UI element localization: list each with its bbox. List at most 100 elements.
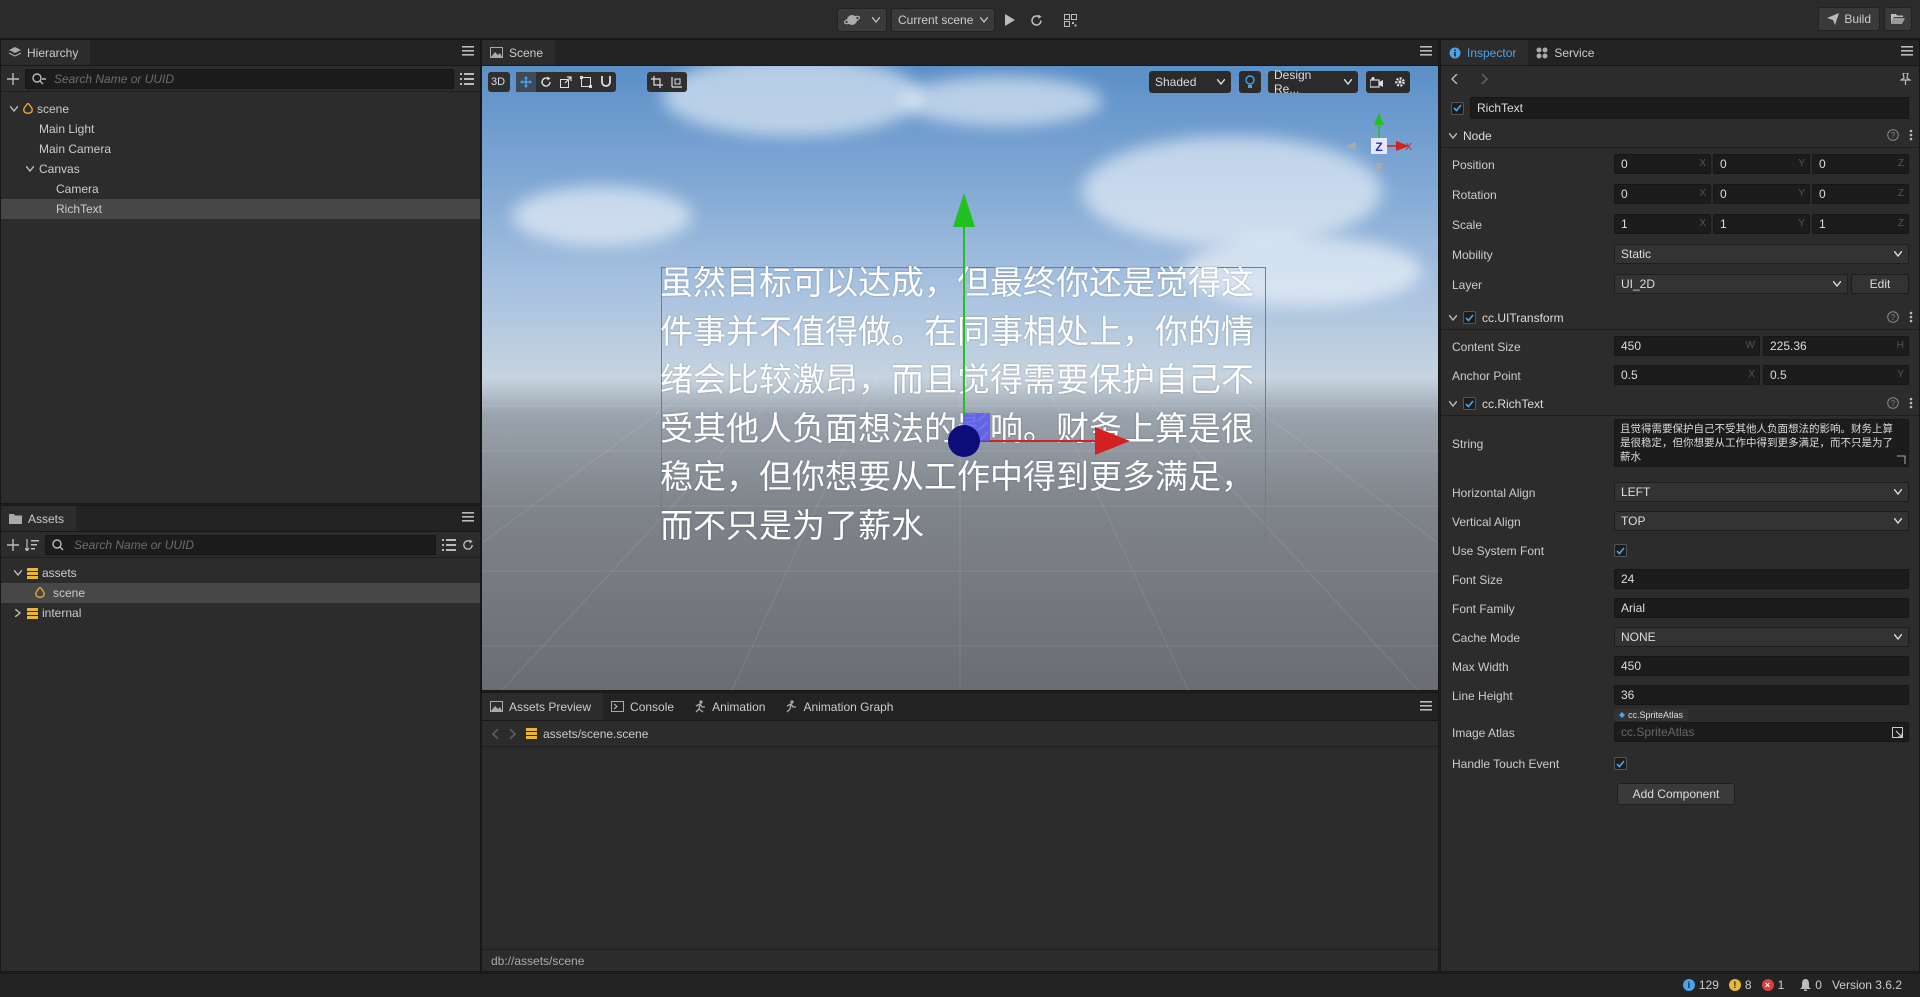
tab-console[interactable]: Console xyxy=(603,693,686,720)
scale-tool-button[interactable] xyxy=(556,72,576,92)
horizontal-align-select[interactable]: LEFT xyxy=(1614,482,1909,502)
tree-node-main-camera[interactable]: Main Camera xyxy=(1,139,480,159)
notification-count[interactable]: 0 xyxy=(1800,978,1822,992)
add-component-button[interactable]: Add Component xyxy=(1617,783,1735,805)
forward-arrow-icon[interactable] xyxy=(509,728,516,739)
open-folder-button[interactable] xyxy=(1884,7,1912,31)
position-y-field[interactable]: 0Y xyxy=(1713,154,1810,174)
use-system-font-checkbox[interactable] xyxy=(1614,544,1627,557)
list-toggle-icon[interactable] xyxy=(442,538,456,551)
resize-corner-icon[interactable] xyxy=(1897,455,1906,464)
line-height-field[interactable]: 36 xyxy=(1614,685,1909,705)
asset-picker-icon[interactable] xyxy=(1892,727,1903,738)
play-button[interactable] xyxy=(999,8,1021,32)
breadcrumb-file[interactable]: scene.scene xyxy=(581,727,648,741)
menu-icon[interactable] xyxy=(1420,46,1432,56)
more-vertical-icon[interactable] xyxy=(1909,311,1913,323)
scene-select[interactable]: Current scene xyxy=(891,8,995,32)
light-toggle-button[interactable] xyxy=(1239,71,1261,93)
chevron-right-icon[interactable] xyxy=(13,609,23,617)
platform-select[interactable] xyxy=(837,8,887,32)
rotation-x-field[interactable]: 0X xyxy=(1614,184,1711,204)
orientation-gizmo[interactable]: Z X xyxy=(1344,111,1414,181)
camera-settings-button[interactable] xyxy=(1366,71,1410,93)
chevron-down-icon[interactable] xyxy=(9,106,19,112)
uitransform-enabled-checkbox[interactable] xyxy=(1463,311,1476,324)
node-section-header[interactable]: Node ? xyxy=(1441,124,1919,148)
node-name-field[interactable]: RichText xyxy=(1470,97,1909,119)
assets-search-input[interactable] xyxy=(74,537,429,552)
handle-touch-event-checkbox[interactable] xyxy=(1614,757,1627,770)
plus-icon[interactable] xyxy=(7,538,19,551)
rotate-tool-button[interactable] xyxy=(536,72,556,92)
list-toggle-icon[interactable] xyxy=(460,72,474,85)
scale-x-field[interactable]: 1X xyxy=(1614,214,1711,234)
content-height-field[interactable]: 225.36 H xyxy=(1763,336,1909,356)
warning-count[interactable]: ! 8 xyxy=(1728,978,1752,992)
mobility-select[interactable]: Static xyxy=(1614,244,1909,264)
asset-folder-internal[interactable]: internal xyxy=(1,603,480,623)
refresh-button[interactable] xyxy=(1025,8,1047,32)
pin-icon[interactable] xyxy=(1900,73,1911,85)
tree-node-scene[interactable]: scene xyxy=(1,99,480,119)
tree-node-main-light[interactable]: Main Light xyxy=(1,119,480,139)
rect-tool-button[interactable] xyxy=(576,72,596,92)
font-family-field[interactable]: Arial xyxy=(1614,598,1909,618)
menu-icon[interactable] xyxy=(462,512,474,522)
shading-select[interactable]: Shaded xyxy=(1149,71,1231,93)
anchor-y-field[interactable]: 0.5 Y xyxy=(1763,365,1909,385)
refresh-icon[interactable] xyxy=(462,538,474,551)
node-active-checkbox[interactable] xyxy=(1451,101,1464,115)
tab-animation[interactable]: Animation xyxy=(686,693,777,720)
uitransform-section-header[interactable]: cc.UITransform ? xyxy=(1441,306,1919,330)
move-gizmo[interactable] xyxy=(922,181,1142,471)
more-vertical-icon[interactable] xyxy=(1909,397,1913,409)
tree-node-camera[interactable]: Camera xyxy=(1,179,480,199)
tab-inspector[interactable]: Inspector xyxy=(1441,40,1529,65)
font-size-field[interactable]: 24 xyxy=(1614,569,1909,589)
scale-z-field[interactable]: 1Z xyxy=(1812,214,1909,234)
position-z-field[interactable]: 0Z xyxy=(1812,154,1909,174)
toggle-3d-button[interactable]: 3D xyxy=(488,72,508,92)
design-resolution-select[interactable]: Design Re... xyxy=(1268,68,1358,96)
chevron-down-icon[interactable] xyxy=(25,166,35,172)
chevron-down-icon[interactable] xyxy=(13,570,23,576)
breadcrumb-root[interactable]: assets xyxy=(543,727,578,741)
anchor-x-field[interactable]: 0.5 X xyxy=(1614,365,1760,385)
error-count[interactable]: × 1 xyxy=(1761,978,1784,992)
back-arrow-icon[interactable] xyxy=(1451,74,1458,84)
string-textarea[interactable]: 且觉得需要保护自己不受其他人负面想法的影响。财务上算是很稳定，但你想要从工作中得… xyxy=(1614,419,1909,467)
build-button[interactable]: Build xyxy=(1818,7,1880,31)
tab-hierarchy[interactable]: Hierarchy xyxy=(1,40,91,65)
content-width-field[interactable]: 450 W xyxy=(1614,336,1760,356)
asset-folder-assets[interactable]: assets xyxy=(1,563,480,583)
asset-scene[interactable]: scene xyxy=(1,583,480,603)
scale-y-field[interactable]: 1Y xyxy=(1713,214,1810,234)
tab-assets-preview[interactable]: Assets Preview xyxy=(482,693,604,720)
rotation-z-field[interactable]: 0Z xyxy=(1812,184,1909,204)
tab-animation-graph[interactable]: Animation Graph xyxy=(777,693,905,720)
image-atlas-field[interactable]: cc.SpriteAtlas xyxy=(1614,722,1909,742)
tab-scene[interactable]: Scene xyxy=(482,40,556,65)
sort-icon[interactable] xyxy=(25,538,39,551)
tree-node-canvas[interactable]: Canvas xyxy=(1,159,480,179)
menu-icon[interactable] xyxy=(462,46,474,56)
cache-mode-select[interactable]: NONE xyxy=(1614,627,1909,647)
layer-edit-button[interactable]: Edit xyxy=(1851,274,1909,294)
tree-node-richtext[interactable]: RichText xyxy=(1,199,480,219)
local-global-button[interactable] xyxy=(647,72,667,92)
position-x-field[interactable]: 0X xyxy=(1614,154,1711,174)
tab-assets[interactable]: Assets xyxy=(1,506,77,531)
richtext-enabled-checkbox[interactable] xyxy=(1463,397,1476,410)
layer-select[interactable]: UI_2D xyxy=(1614,274,1848,294)
more-vertical-icon[interactable] xyxy=(1909,129,1913,141)
richtext-section-header[interactable]: cc.RichText ? xyxy=(1441,392,1919,416)
help-icon[interactable]: ? xyxy=(1887,129,1899,141)
menu-icon[interactable] xyxy=(1901,46,1913,56)
vertical-align-select[interactable]: TOP xyxy=(1614,511,1909,531)
info-count[interactable]: i 129 xyxy=(1682,978,1719,992)
snap-tool-button[interactable] xyxy=(596,72,616,92)
help-icon[interactable]: ? xyxy=(1887,397,1899,409)
pivot-center-button[interactable] xyxy=(667,72,687,92)
help-icon[interactable]: ? xyxy=(1887,311,1899,323)
